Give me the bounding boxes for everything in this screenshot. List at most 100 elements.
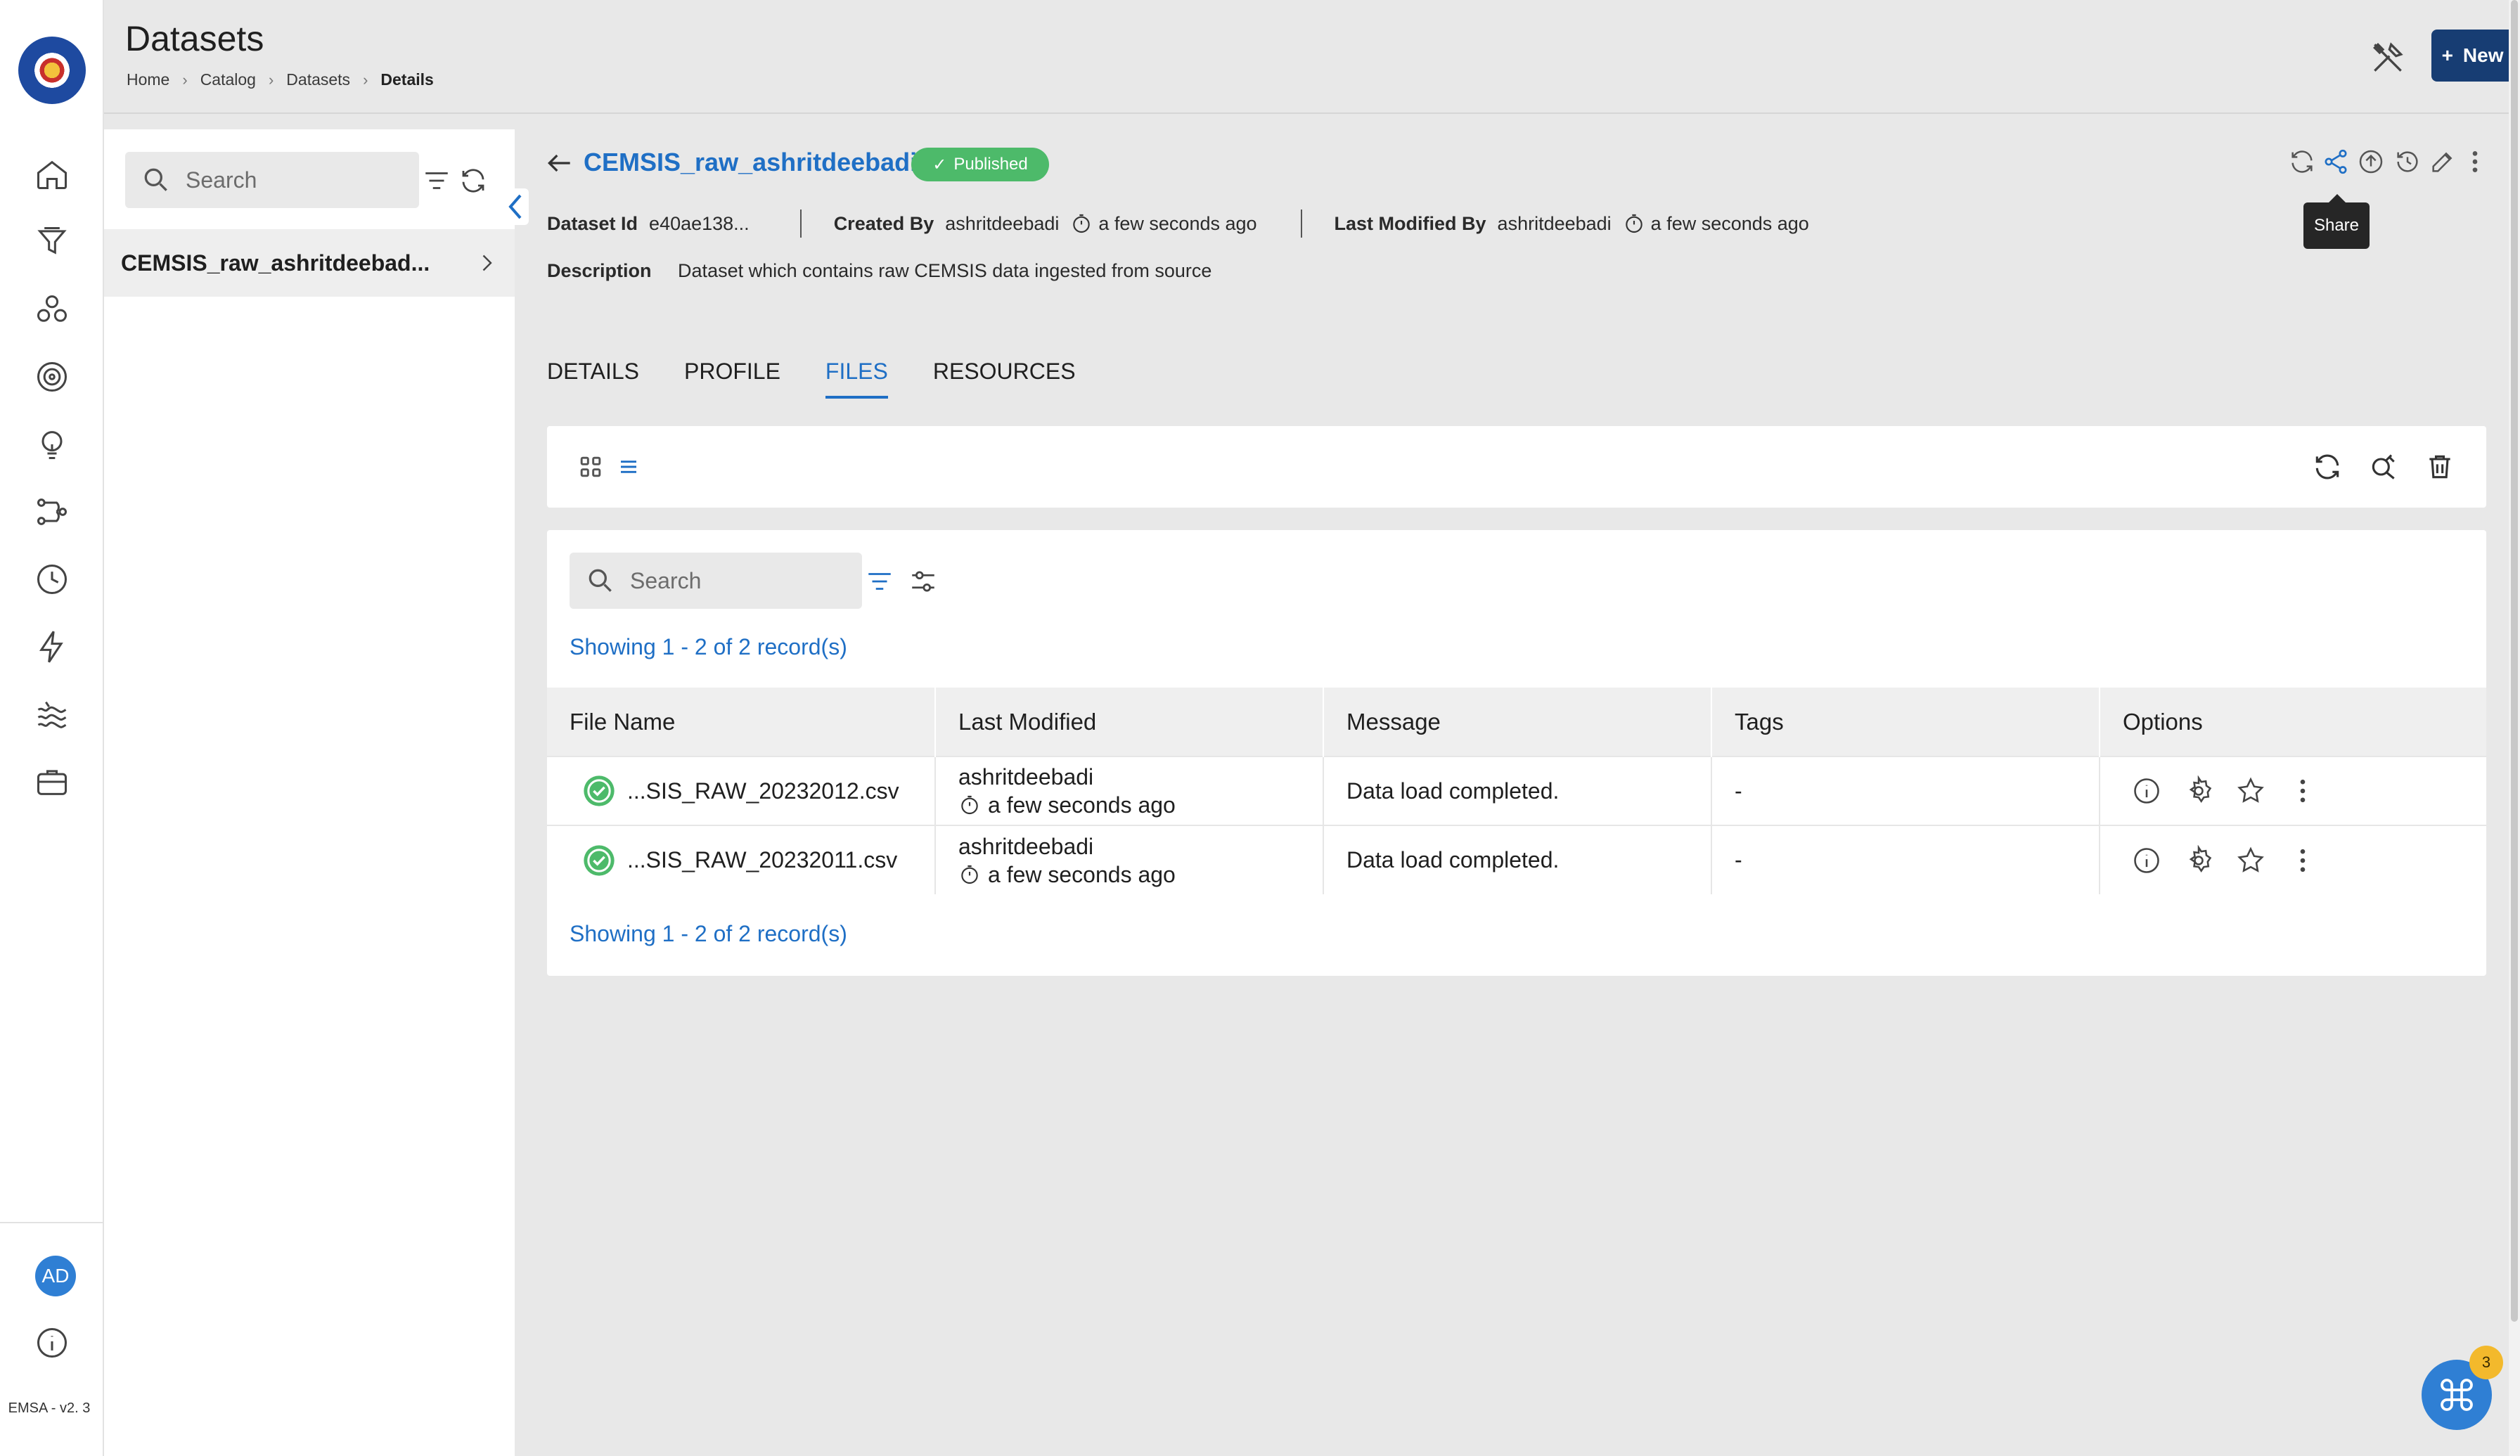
home-icon[interactable]	[32, 155, 72, 194]
list-view-icon[interactable]	[613, 451, 644, 482]
dataset-title: CEMSIS_raw_ashritdeebadi	[584, 148, 918, 176]
stopwatch-icon	[961, 795, 978, 815]
list-search-input[interactable]: Search	[125, 152, 419, 208]
tune-icon[interactable]	[908, 567, 938, 596]
table-row[interactable]: ...SIS_RAW_20232011.csv ashritdeebadi a …	[547, 825, 2486, 894]
nav-rail: AD EMSA - v2. 3	[0, 0, 104, 1456]
meta-divider	[1300, 210, 1302, 238]
breadcrumb-details: Details	[380, 70, 434, 89]
water-icon[interactable]	[32, 695, 72, 734]
collapse-panel-button[interactable]	[503, 188, 529, 225]
table-header-row: File Name Last Modified Message Tags Opt…	[547, 688, 2486, 756]
info-icon[interactable]	[2131, 845, 2162, 876]
modified-by: ashritdeebadi	[958, 833, 1094, 859]
briefcase-icon[interactable]	[32, 762, 72, 801]
info-icon[interactable]	[32, 1323, 72, 1362]
share-tooltip: Share	[2303, 194, 2370, 249]
settings-icon[interactable]	[2183, 775, 2214, 806]
share-icon[interactable]	[2322, 148, 2350, 176]
more-vertical-icon[interactable]	[2287, 845, 2318, 876]
list-item[interactable]: CEMSIS_raw_ashritdeebad...	[104, 229, 515, 297]
records-count-top: Showing 1 - 2 of 2 record(s)	[570, 634, 847, 659]
description-text: Dataset which contains raw CEMSIS data i…	[678, 260, 1212, 281]
refresh-icon[interactable]	[458, 166, 488, 195]
target-icon[interactable]	[32, 357, 72, 397]
created-time: a few seconds ago	[1098, 212, 1257, 234]
cluster-icon[interactable]	[32, 290, 72, 329]
tab-details[interactable]: DETAILS	[547, 359, 639, 399]
star-icon[interactable]	[2235, 845, 2266, 876]
funnel-icon[interactable]	[32, 222, 72, 262]
success-check-icon	[584, 844, 615, 876]
breadcrumb-datasets[interactable]: Datasets	[286, 70, 350, 89]
more-vertical-icon[interactable]	[2287, 775, 2318, 806]
new-dataset-button[interactable]: + New Dataset	[2431, 30, 2520, 82]
stopwatch-icon	[1625, 214, 1642, 233]
pipeline-icon[interactable]	[32, 492, 72, 531]
clock-icon[interactable]	[32, 560, 72, 599]
modified-time: a few seconds ago	[988, 861, 1176, 887]
filter-icon[interactable]	[865, 567, 894, 596]
tab-files[interactable]: FILES	[825, 359, 888, 399]
modified-by: ashritdeebadi	[958, 764, 1094, 790]
back-arrow-icon[interactable]	[544, 148, 575, 179]
description-label: Description	[547, 260, 652, 281]
modified-time: a few seconds ago	[1650, 212, 1809, 234]
grid-view-icon[interactable]	[575, 451, 606, 482]
tab-resources[interactable]: RESOURCES	[933, 359, 1076, 399]
breadcrumb-separator-icon: ›	[268, 70, 274, 89]
modified-by-label: Last Modified By	[1334, 212, 1486, 234]
chevron-left-icon	[508, 194, 522, 219]
tab-bar: DETAILS PROFILE FILES RESOURCES	[547, 359, 1076, 399]
records-count-bottom: Showing 1 - 2 of 2 record(s)	[570, 921, 847, 946]
emsa-logo[interactable]	[18, 37, 86, 104]
column-header-options: Options	[2100, 688, 2486, 756]
column-header-file-name[interactable]: File Name	[547, 688, 936, 756]
breadcrumb-separator-icon: ›	[182, 70, 188, 89]
search-settings-icon[interactable]	[2368, 451, 2399, 482]
scrollbar-thumb[interactable]	[2511, 0, 2518, 1322]
dataset-description: Description Dataset which contains raw C…	[547, 260, 1211, 282]
column-header-last-modified[interactable]: Last Modified	[935, 688, 1324, 756]
dataset-id-label: Dataset Id	[547, 212, 638, 234]
status-label: Published	[953, 155, 1028, 174]
column-header-tags[interactable]: Tags	[1711, 688, 2100, 756]
info-icon[interactable]	[2131, 775, 2162, 806]
breadcrumb-catalog[interactable]: Catalog	[200, 70, 256, 89]
success-check-icon	[584, 775, 615, 806]
modified-time: a few seconds ago	[988, 792, 1176, 818]
lightning-icon[interactable]	[32, 627, 72, 666]
notification-badge: 3	[2469, 1346, 2503, 1379]
modified-by-value: ashritdeebadi	[1497, 212, 1612, 234]
edit-icon[interactable]	[2429, 148, 2457, 176]
list-item-label: CEMSIS_raw_ashritdeebad...	[121, 250, 430, 276]
files-search-placeholder: Search	[630, 567, 702, 593]
breadcrumb-separator-icon: ›	[363, 70, 368, 89]
filter-icon[interactable]	[422, 166, 451, 195]
lightbulb-icon[interactable]	[32, 425, 72, 464]
search-icon	[144, 168, 167, 191]
files-toolbar	[547, 426, 2486, 508]
history-icon[interactable]	[2393, 148, 2422, 176]
file-message: Data load completed.	[1323, 825, 1712, 894]
files-search-input[interactable]: Search	[570, 553, 862, 609]
file-name[interactable]: ...SIS_RAW_20232012.csv	[627, 778, 899, 804]
settings-icon[interactable]	[2183, 844, 2214, 876]
tab-profile[interactable]: PROFILE	[684, 359, 780, 399]
column-header-message[interactable]: Message	[1323, 688, 1712, 756]
breadcrumb-home[interactable]: Home	[127, 70, 169, 89]
status-badge: ✓ Published	[911, 148, 1049, 181]
stopwatch-icon	[961, 865, 978, 884]
breadcrumb: Home › Catalog › Datasets › Details	[127, 70, 434, 89]
more-vertical-icon[interactable]	[2461, 148, 2489, 176]
publish-icon[interactable]	[2357, 148, 2385, 176]
table-row[interactable]: ...SIS_RAW_20232012.csv ashritdeebadi a …	[547, 756, 2486, 825]
created-by-label: Created By	[833, 212, 934, 234]
star-icon[interactable]	[2235, 775, 2266, 806]
delete-icon[interactable]	[2424, 451, 2455, 482]
file-name[interactable]: ...SIS_RAW_20232011.csv	[627, 847, 897, 873]
sync-icon[interactable]	[2288, 148, 2316, 176]
avatar[interactable]: AD	[35, 1256, 76, 1296]
refresh-icon[interactable]	[2312, 451, 2343, 482]
tools-icon[interactable]	[2368, 38, 2408, 77]
